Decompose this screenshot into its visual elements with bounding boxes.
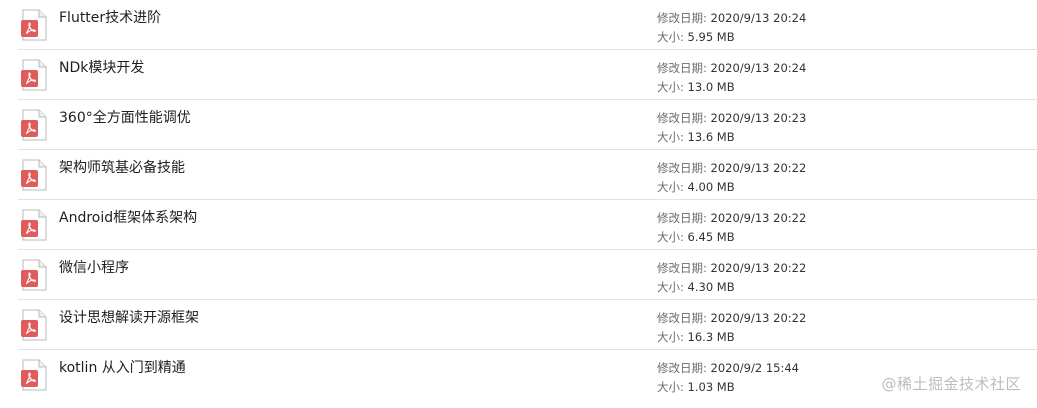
date-value: 2020/9/13 20:22 [710, 311, 807, 325]
date-value: 2020/9/2 15:44 [710, 361, 799, 375]
size-label: 大小: [657, 30, 684, 44]
file-row[interactable]: 设计思想解读开源框架 修改日期: 2020/9/13 20:22 大小: 16.… [0, 300, 1037, 350]
file-modified-date: 修改日期: 2020/9/13 20:24 [657, 10, 806, 26]
size-label: 大小: [657, 130, 684, 144]
date-value: 2020/9/13 20:24 [710, 61, 807, 75]
date-label: 修改日期: [657, 361, 707, 375]
date-value: 2020/9/13 20:23 [710, 111, 807, 125]
size-value: 5.95 MB [687, 30, 735, 44]
file-name[interactable]: Android框架体系架构 [59, 208, 197, 228]
file-size: 大小: 1.03 MB [657, 379, 735, 395]
file-size: 大小: 6.45 MB [657, 229, 735, 245]
pdf-file-icon [20, 59, 48, 91]
date-label: 修改日期: [657, 311, 707, 325]
file-modified-date: 修改日期: 2020/9/13 20:22 [657, 160, 806, 176]
file-name[interactable]: 架构师筑基必备技能 [59, 158, 185, 178]
file-size: 大小: 16.3 MB [657, 329, 735, 345]
file-size: 大小: 5.95 MB [657, 29, 735, 45]
date-label: 修改日期: [657, 111, 707, 125]
file-modified-date: 修改日期: 2020/9/13 20:22 [657, 310, 806, 326]
file-size: 大小: 13.0 MB [657, 79, 735, 95]
size-label: 大小: [657, 380, 684, 394]
file-modified-date: 修改日期: 2020/9/2 15:44 [657, 360, 799, 376]
date-value: 2020/9/13 20:22 [710, 161, 807, 175]
file-name[interactable]: 360°全方面性能调优 [59, 108, 191, 128]
file-row[interactable]: 360°全方面性能调优 修改日期: 2020/9/13 20:23 大小: 13… [0, 100, 1037, 150]
watermark: @稀土掘金技术社区 [881, 375, 1021, 393]
size-value: 1.03 MB [687, 380, 735, 394]
file-name[interactable]: NDk模块开发 [59, 58, 144, 78]
file-row[interactable]: Flutter技术进阶 修改日期: 2020/9/13 20:24 大小: 5.… [0, 0, 1037, 50]
file-modified-date: 修改日期: 2020/9/13 20:23 [657, 110, 806, 126]
size-label: 大小: [657, 280, 684, 294]
size-label: 大小: [657, 230, 684, 244]
file-modified-date: 修改日期: 2020/9/13 20:22 [657, 260, 806, 276]
file-modified-date: 修改日期: 2020/9/13 20:22 [657, 210, 806, 226]
pdf-file-icon [20, 159, 48, 191]
size-label: 大小: [657, 80, 684, 94]
size-value: 13.6 MB [687, 130, 735, 144]
size-value: 13.0 MB [687, 80, 735, 94]
pdf-file-icon [20, 309, 48, 341]
pdf-file-icon [20, 259, 48, 291]
date-label: 修改日期: [657, 11, 707, 25]
size-label: 大小: [657, 180, 684, 194]
file-row[interactable]: 架构师筑基必备技能 修改日期: 2020/9/13 20:22 大小: 4.00… [0, 150, 1037, 200]
date-label: 修改日期: [657, 61, 707, 75]
pdf-file-icon [20, 359, 48, 391]
pdf-file-icon [20, 9, 48, 41]
date-value: 2020/9/13 20:22 [710, 211, 807, 225]
file-list: Flutter技术进阶 修改日期: 2020/9/13 20:24 大小: 5.… [0, 0, 1037, 408]
size-value: 4.00 MB [687, 180, 735, 194]
date-label: 修改日期: [657, 161, 707, 175]
file-size: 大小: 4.30 MB [657, 279, 735, 295]
file-modified-date: 修改日期: 2020/9/13 20:24 [657, 60, 806, 76]
size-value: 4.30 MB [687, 280, 735, 294]
size-value: 16.3 MB [687, 330, 735, 344]
pdf-file-icon [20, 109, 48, 141]
file-name[interactable]: 设计思想解读开源框架 [59, 308, 199, 328]
file-size: 大小: 13.6 MB [657, 129, 735, 145]
pdf-file-icon [20, 209, 48, 241]
date-label: 修改日期: [657, 211, 707, 225]
file-name[interactable]: 微信小程序 [59, 258, 129, 278]
file-size: 大小: 4.00 MB [657, 179, 735, 195]
date-value: 2020/9/13 20:22 [710, 261, 807, 275]
date-label: 修改日期: [657, 261, 707, 275]
file-row[interactable]: Android框架体系架构 修改日期: 2020/9/13 20:22 大小: … [0, 200, 1037, 250]
file-name[interactable]: Flutter技术进阶 [59, 8, 161, 28]
size-label: 大小: [657, 330, 684, 344]
file-name[interactable]: kotlin 从入门到精通 [59, 358, 186, 378]
date-value: 2020/9/13 20:24 [710, 11, 807, 25]
file-row[interactable]: 微信小程序 修改日期: 2020/9/13 20:22 大小: 4.30 MB [0, 250, 1037, 300]
file-row[interactable]: NDk模块开发 修改日期: 2020/9/13 20:24 大小: 13.0 M… [0, 50, 1037, 100]
size-value: 6.45 MB [687, 230, 735, 244]
